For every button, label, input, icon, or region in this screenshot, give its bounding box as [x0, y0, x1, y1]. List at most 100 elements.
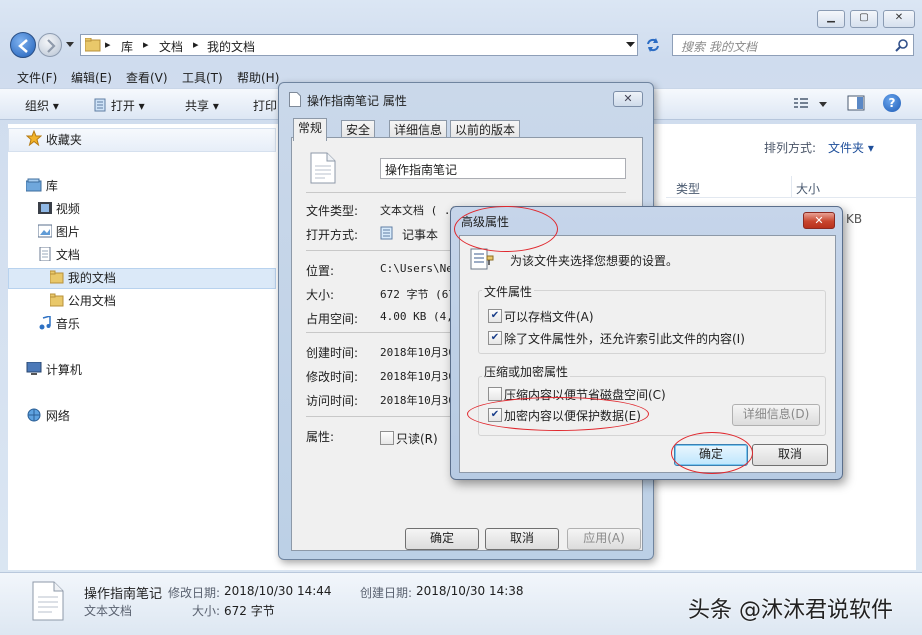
details-created: 2018/10/30 14:38 — [416, 584, 524, 598]
menu-edit[interactable]: 编辑(E) — [71, 69, 112, 86]
nav-network[interactable]: 网络 — [26, 406, 70, 426]
breadcrumb-item[interactable]: 我的文档 — [207, 38, 255, 55]
index-checkbox[interactable]: ✔ — [488, 331, 502, 345]
organize-button[interactable]: 组织 ▾ — [25, 97, 59, 114]
document-icon — [38, 247, 52, 261]
size-on-disk-label: 占用空间: — [306, 312, 359, 326]
column-header-row: 类型 大小 — [666, 176, 916, 198]
created-label: 创建时间: — [306, 346, 359, 360]
nav-music[interactable]: 音乐 — [38, 314, 80, 334]
modified-label: 修改时间: — [306, 370, 359, 384]
check-icon: ✔ — [490, 332, 500, 343]
ok-button[interactable]: 确定 — [405, 528, 479, 550]
history-dropdown-icon[interactable] — [65, 41, 75, 49]
location-value: C:\Users\Net — [380, 262, 460, 275]
open-with-label: 打开方式: — [306, 228, 359, 242]
arrow-right-icon — [47, 39, 56, 53]
column-type[interactable]: 类型 — [676, 180, 700, 197]
notepad-icon — [380, 226, 394, 240]
picture-icon — [38, 224, 52, 238]
nav-pictures[interactable]: 图片 — [38, 222, 80, 242]
search-icon[interactable] — [895, 38, 909, 52]
nav-libraries[interactable]: 库 — [26, 176, 58, 196]
column-size[interactable]: 大小 — [796, 180, 820, 197]
arrange-dropdown[interactable]: 文件夹 ▾ — [828, 139, 874, 156]
address-bar[interactable]: ▸ 库 ▸ 文档 ▸ 我的文档 — [80, 34, 638, 56]
file-type-value: 文本文档 ( .t — [380, 204, 458, 217]
readonly-checkbox[interactable] — [380, 431, 394, 445]
nav-documents[interactable]: 文档 — [38, 245, 80, 265]
preview-pane-icon[interactable] — [847, 95, 865, 111]
advanced-description: 为该文件夹选择您想要的设置。 — [510, 254, 679, 268]
open-with-value: 记事本 — [402, 228, 439, 242]
accessed-value: 2018年10月30 — [380, 394, 455, 407]
size-on-disk-value: 4.00 KB (4,0 — [380, 310, 460, 323]
arrange-label: 排列方式: — [764, 141, 817, 155]
menu-help[interactable]: 帮助(H) — [237, 69, 279, 86]
details-pane: 操作指南笔记 修改日期: 2018/10/30 14:44 创建日期: 2018… — [0, 572, 922, 635]
document-icon — [289, 92, 301, 107]
annotation-circle-title — [454, 206, 558, 252]
annotation-circle-encrypt — [467, 397, 649, 431]
menu-tools[interactable]: 工具(T) — [182, 69, 223, 86]
nav-my-documents[interactable]: 我的文档 — [50, 268, 116, 288]
search-box[interactable]: 搜索 我的文档 — [672, 34, 914, 56]
index-label[interactable]: 除了文件属性外，还允许索引此文件的内容(I) — [504, 330, 745, 347]
cancel-button[interactable]: 取消 — [752, 444, 828, 466]
archive-label[interactable]: 可以存档文件(A) — [504, 308, 594, 325]
details-created-label: 创建日期: — [360, 586, 413, 600]
details-modified: 2018/10/30 14:44 — [224, 584, 332, 598]
details-type: 文本文档 — [84, 604, 133, 618]
filename-input[interactable]: 操作指南笔记 — [380, 158, 626, 179]
video-icon — [38, 201, 52, 215]
close-button[interactable]: ✕ — [803, 212, 835, 229]
menu-view[interactable]: 查看(V) — [126, 69, 168, 86]
details-size-label: 大小: — [192, 604, 221, 618]
open-button[interactable]: 打开 ▾ — [93, 97, 145, 114]
refresh-icon[interactable] — [644, 36, 662, 54]
compress-checkbox[interactable] — [488, 387, 502, 401]
star-icon — [26, 130, 42, 146]
chevron-down-icon[interactable] — [626, 42, 635, 48]
details-button[interactable]: 详细信息(D) — [732, 404, 820, 426]
print-button[interactable]: 打印 — [253, 97, 277, 114]
accessed-label: 访问时间: — [306, 394, 359, 408]
menu-file[interactable]: 文件(F) — [17, 69, 57, 86]
help-icon[interactable]: ? — [883, 94, 901, 112]
nav-selection-highlight — [8, 268, 276, 289]
readonly-label[interactable]: 只读(R) — [396, 430, 438, 447]
forward-button[interactable] — [38, 33, 62, 57]
folder-icon — [50, 270, 64, 284]
details-modified-label: 修改日期: — [168, 586, 221, 600]
watermark: 头条 @沐沐君说软件 — [688, 598, 893, 623]
check-icon: ✔ — [490, 310, 500, 321]
close-button[interactable]: ✕ — [613, 91, 643, 107]
text-file-icon — [310, 152, 336, 184]
annotation-circle-ok — [671, 432, 753, 474]
breadcrumb-item[interactable]: 库 — [121, 38, 133, 55]
modified-value: 2018年10月30 — [380, 370, 455, 383]
details-filename: 操作指南笔记 — [84, 587, 163, 602]
tab-general[interactable]: 常规 — [293, 118, 328, 141]
nav-computer[interactable]: 计算机 — [26, 360, 82, 380]
maximize-button[interactable]: ▢ — [850, 10, 878, 28]
back-button[interactable] — [10, 32, 36, 58]
view-options-icon[interactable] — [793, 97, 827, 111]
size-cell: KB — [846, 212, 863, 226]
apply-button[interactable]: 应用(A) — [567, 528, 641, 550]
breadcrumb-item[interactable]: 文档 — [159, 38, 183, 55]
close-button[interactable]: ✕ — [883, 10, 915, 28]
search-placeholder[interactable]: 搜索 我的文档 — [681, 38, 757, 55]
cancel-button[interactable]: 取消 — [485, 528, 559, 550]
created-value: 2018年10月30 — [380, 346, 455, 359]
music-icon — [38, 316, 52, 330]
arrow-left-icon — [18, 39, 28, 53]
nav-public-documents[interactable]: 公用文档 — [50, 291, 116, 311]
network-icon — [26, 408, 42, 422]
nav-favorites[interactable]: 收藏夹 — [26, 130, 82, 150]
minimize-button[interactable]: ▁ — [817, 10, 845, 28]
archive-checkbox[interactable]: ✔ — [488, 309, 502, 323]
computer-icon — [26, 362, 42, 376]
nav-videos[interactable]: 视频 — [38, 199, 80, 219]
share-button[interactable]: 共享 ▾ — [185, 97, 219, 114]
